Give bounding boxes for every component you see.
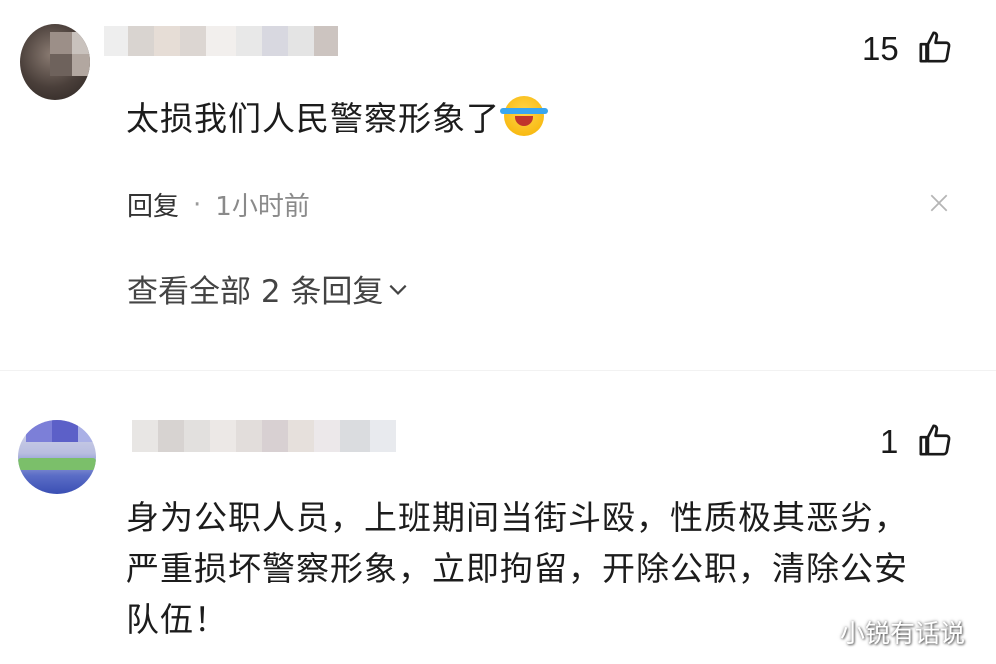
- laughing-crying-emoji-icon: [500, 96, 548, 136]
- like-count: 15: [862, 30, 899, 67]
- view-all-replies-button[interactable]: 查看全部 2 条回复: [127, 266, 409, 311]
- comment-meta: 回复 · 1小时前: [127, 186, 310, 223]
- username-redacted[interactable]: [132, 420, 396, 452]
- watermark: 小锐有话说: [840, 619, 966, 648]
- avatar[interactable]: [18, 420, 96, 494]
- view-replies-label: 查看全部 2 条回复: [127, 274, 384, 310]
- thumbs-up-icon[interactable]: [918, 423, 952, 457]
- close-icon[interactable]: [928, 192, 950, 214]
- comment-line: 队伍！: [126, 600, 228, 639]
- chevron-down-icon: [389, 284, 407, 295]
- avatar[interactable]: [20, 24, 90, 100]
- meta-separator: ·: [193, 189, 202, 220]
- comment-timestamp: 1小时前: [215, 192, 310, 222]
- comment-feed: 太损我们人民警察形象了 15 回复 · 1小时前 查看全部 2 条回复 1 身为…: [0, 0, 996, 664]
- reply-button[interactable]: 回复: [127, 186, 179, 223]
- username-redacted[interactable]: [104, 26, 338, 56]
- like-count: 1: [880, 423, 899, 460]
- divider: [0, 370, 996, 371]
- comment-body: 太损我们人民警察形象了: [126, 99, 500, 138]
- comment-text: 太损我们人民警察形象了: [126, 95, 548, 143]
- comment-line: 严重损坏警察形象，立即拘留，开除公职，清除公安: [126, 549, 908, 588]
- comment-text: 身为公职人员，上班期间当街斗殴，性质极其恶劣， 严重损坏警察形象，立即拘留，开除…: [126, 492, 908, 645]
- thumbs-up-icon[interactable]: [918, 30, 952, 64]
- comment-line: 身为公职人员，上班期间当街斗殴，性质极其恶劣，: [126, 498, 908, 537]
